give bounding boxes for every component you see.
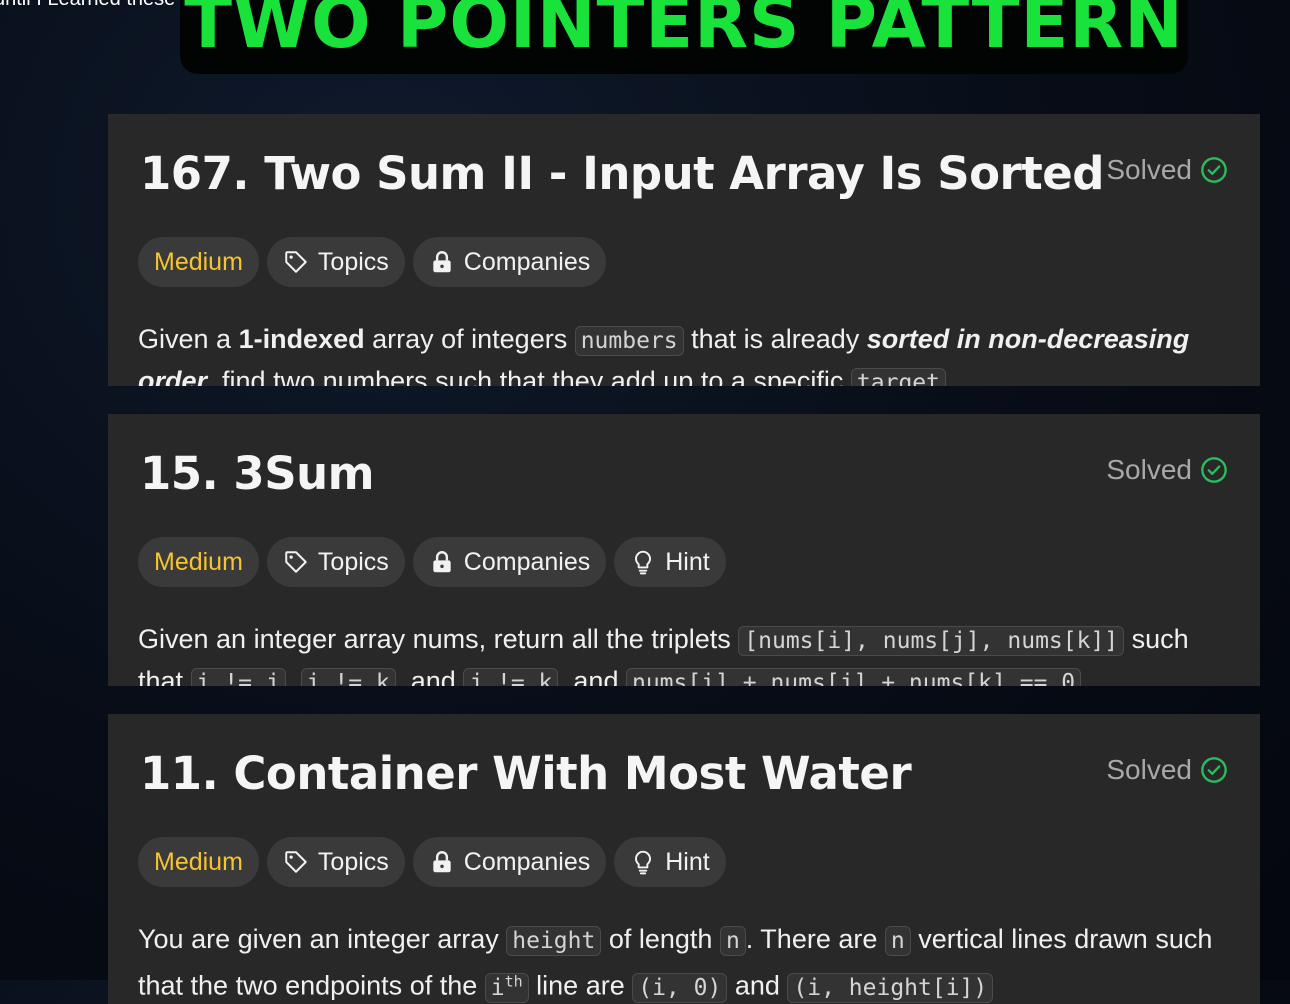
tag-row: Medium Topics Companies Hint bbox=[138, 837, 726, 887]
difficulty-badge[interactable]: Medium bbox=[138, 837, 259, 887]
difficulty-badge[interactable]: Medium bbox=[138, 237, 259, 287]
problem-description: Given a 1-indexed array of integers numb… bbox=[138, 319, 1230, 386]
banner-title: TWO POINTERS PATTERN bbox=[184, 0, 1184, 64]
inline-code: i != j bbox=[190, 668, 286, 686]
tag-row: Medium Topics Companies bbox=[138, 237, 607, 287]
lock-icon bbox=[433, 251, 451, 273]
inline-code: (i, 0) bbox=[632, 972, 728, 1003]
inline-code: [nums[i], nums[j], nums[k]] bbox=[738, 626, 1125, 656]
topics-button[interactable]: Topics bbox=[266, 537, 405, 587]
lightbulb-icon bbox=[635, 550, 652, 575]
companies-label: Companies bbox=[463, 247, 591, 276]
tag-icon bbox=[285, 551, 307, 573]
problem-description: You are given an integer array height of… bbox=[138, 924, 1213, 1003]
topics-label: Topics bbox=[317, 247, 389, 276]
tag-icon bbox=[285, 251, 307, 273]
solved-label: Solved bbox=[1106, 454, 1192, 485]
problem-title[interactable]: 11. Container With Most Water bbox=[140, 744, 912, 804]
hint-label: Hint bbox=[665, 847, 710, 876]
tag-icon bbox=[285, 851, 307, 873]
lock-icon bbox=[433, 851, 451, 873]
inline-code: ith bbox=[484, 972, 529, 1003]
topics-label: Topics bbox=[317, 547, 389, 576]
hint-button[interactable]: Hint bbox=[614, 537, 726, 587]
inline-code: n bbox=[719, 926, 746, 956]
lock-icon bbox=[433, 551, 451, 573]
companies-label: Companies bbox=[463, 847, 591, 876]
inline-code: nums[i] + nums[j] + nums[k] == 0 bbox=[625, 668, 1082, 686]
topics-button[interactable]: Topics bbox=[266, 837, 405, 887]
problem-card-3sum[interactable]: 15. 3Sum Solved Medium Topics Companies … bbox=[108, 414, 1260, 686]
lightbulb-icon bbox=[635, 850, 652, 875]
inline-code: j != k bbox=[463, 668, 559, 686]
problem-title[interactable]: 167. Two Sum II - Input Array Is Sorted bbox=[140, 144, 1104, 204]
pattern-banner: TWO POINTERS PATTERN bbox=[180, 0, 1188, 74]
companies-label: Companies bbox=[463, 547, 591, 576]
check-circle-icon bbox=[1201, 757, 1227, 783]
inline-code: i != k bbox=[300, 668, 396, 686]
hint-label: Hint bbox=[665, 547, 710, 576]
companies-button[interactable]: Companies bbox=[412, 537, 607, 587]
check-circle-icon bbox=[1201, 457, 1227, 483]
problem-title[interactable]: 15. 3Sum bbox=[140, 444, 375, 504]
inline-code: n bbox=[884, 926, 911, 956]
topics-label: Topics bbox=[317, 847, 389, 876]
problem-description: Given an integer array nums, return all … bbox=[138, 619, 1230, 686]
solved-label: Solved bbox=[1106, 754, 1192, 785]
inline-code: (i, height[i]) bbox=[787, 972, 994, 1003]
solved-label: Solved bbox=[1106, 154, 1192, 185]
inline-code: height bbox=[506, 926, 602, 956]
companies-button[interactable]: Companies bbox=[412, 837, 607, 887]
solved-status: Solved bbox=[1106, 754, 1228, 786]
solved-status: Solved bbox=[1106, 454, 1228, 486]
solved-status: Solved bbox=[1106, 154, 1228, 186]
topics-button[interactable]: Topics bbox=[266, 237, 405, 287]
inline-code: numbers bbox=[574, 326, 684, 356]
problem-card-two-sum-ii[interactable]: 167. Two Sum II - Input Array Is Sorted … bbox=[108, 114, 1260, 386]
inline-code: target bbox=[850, 368, 946, 386]
problem-card-container-with-most-water[interactable]: 11. Container With Most Water Solved Med… bbox=[108, 714, 1260, 1004]
difficulty-badge[interactable]: Medium bbox=[138, 537, 259, 587]
check-circle-icon bbox=[1201, 157, 1227, 183]
hint-button[interactable]: Hint bbox=[614, 837, 726, 887]
tag-row: Medium Topics Companies Hint bbox=[138, 537, 726, 587]
companies-button[interactable]: Companies bbox=[412, 237, 607, 287]
